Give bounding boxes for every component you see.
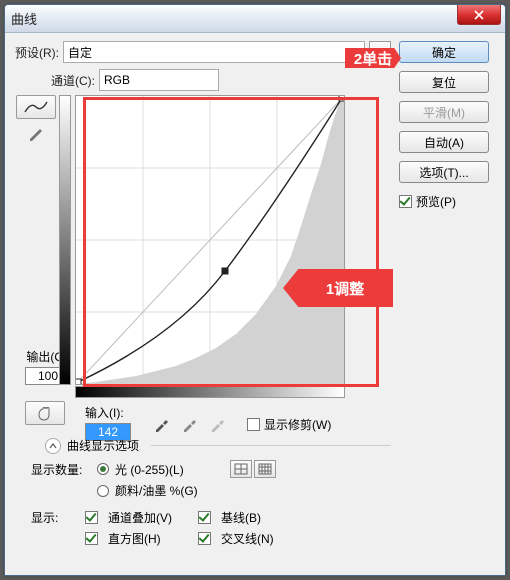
- grid-icon: [258, 463, 272, 475]
- reset-button[interactable]: 复位: [399, 71, 489, 93]
- cb-intersection[interactable]: [198, 532, 211, 545]
- cb-baseline[interactable]: [198, 511, 211, 524]
- show-label: 显示:: [31, 509, 79, 526]
- eyedropper-icon: [153, 417, 169, 433]
- pencil-tool-button[interactable]: [16, 123, 56, 147]
- channel-select[interactable]: RGB: [99, 69, 219, 91]
- output-gradient: [59, 95, 71, 385]
- auto-button[interactable]: 自动(A): [399, 131, 489, 153]
- show-clipping-checkbox[interactable]: [247, 418, 260, 431]
- callout-1: 1调整: [283, 269, 393, 307]
- cb-intersection-label: 交叉线(N): [221, 530, 274, 547]
- preset-label: 预设(R):: [15, 44, 59, 61]
- cb-baseline-label: 基线(B): [221, 509, 261, 526]
- ok-button[interactable]: 确定: [399, 41, 489, 63]
- curve-tool-button[interactable]: [16, 95, 56, 119]
- smooth-button: 平滑(M): [399, 101, 489, 123]
- eyedropper-icon: [181, 417, 197, 433]
- radio-light[interactable]: [97, 463, 109, 475]
- cb-histogram-label: 直方图(H): [108, 530, 192, 547]
- callout-2: 2单击: [345, 48, 401, 68]
- curves-dialog: 曲线 预设(R): 自定 通道(C): RGB: [4, 4, 506, 576]
- curve-panel[interactable]: [75, 95, 345, 385]
- targeted-adjust-button[interactable]: [25, 401, 65, 425]
- options-button[interactable]: 选项(T)...: [399, 161, 489, 183]
- cb-channel-overlay-label: 通道叠加(V): [108, 509, 192, 526]
- eyedropper-black[interactable]: [151, 415, 171, 435]
- grid-fine-button[interactable]: [254, 460, 276, 478]
- curve-graph: [76, 96, 344, 384]
- channel-label: 通道(C):: [51, 72, 95, 89]
- cb-histogram[interactable]: [85, 532, 98, 545]
- title-bar[interactable]: 曲线: [5, 5, 505, 33]
- close-icon: [474, 10, 484, 20]
- chevron-up-icon: [49, 442, 57, 450]
- preset-select[interactable]: 自定: [63, 41, 365, 63]
- radio-pigment[interactable]: [97, 485, 109, 497]
- close-button[interactable]: [457, 5, 501, 25]
- cb-channel-overlay[interactable]: [85, 511, 98, 524]
- section-title: 曲线显示选项: [67, 437, 139, 454]
- preset-value: 自定: [68, 44, 92, 61]
- grid-coarse-button[interactable]: [230, 460, 252, 478]
- divider: [151, 445, 391, 446]
- radio-pigment-label: 颜料/油墨 %(G): [115, 482, 198, 499]
- dialog-title: 曲线: [11, 9, 37, 28]
- radio-light-label: 光 (0-255)(L): [115, 461, 184, 478]
- hand-icon: [35, 405, 55, 421]
- preview-checkbox[interactable]: [399, 195, 412, 208]
- channel-value: RGB: [104, 73, 130, 87]
- pencil-icon: [29, 128, 43, 142]
- eyedropper-white[interactable]: [207, 415, 227, 435]
- eyedropper-gray[interactable]: [179, 415, 199, 435]
- display-amount-label: 显示数量:: [31, 461, 91, 478]
- preview-label: 预览(P): [416, 193, 456, 210]
- eyedropper-icon: [209, 417, 225, 433]
- show-clipping-label: 显示修剪(W): [264, 416, 331, 433]
- curve-icon: [23, 100, 49, 114]
- grid-icon: [234, 463, 248, 475]
- section-toggle[interactable]: [45, 438, 61, 454]
- input-gradient: [75, 386, 345, 398]
- input-label: 输入(I):: [85, 404, 131, 421]
